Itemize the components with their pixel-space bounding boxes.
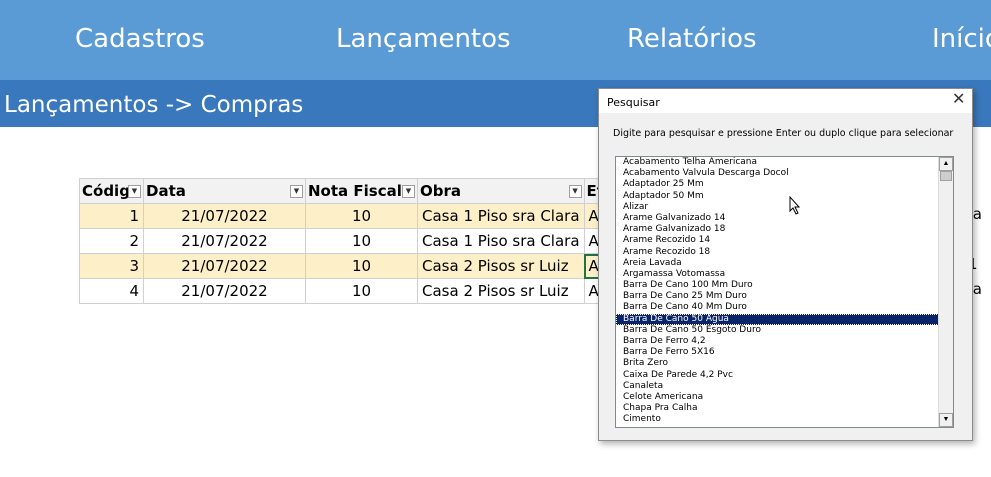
col-header-label: Data (146, 182, 186, 200)
col-header-label: Obra (420, 182, 462, 200)
list-item[interactable]: Argamassa Votomassa (616, 269, 953, 280)
list-item[interactable]: Acabamento Valvula Descarga Docol (616, 168, 953, 179)
page-title: Lançamentos -> Compras (4, 92, 304, 118)
table-row[interactable]: 2 21/07/2022 10 Casa 1 Piso sra Clara Al… (79, 228, 625, 254)
cell-nota-fiscal[interactable]: 10 (305, 203, 418, 229)
list-item[interactable]: Barra De Cano 50 Esgoto Duro (616, 325, 953, 336)
cell-nota-fiscal[interactable]: 10 (305, 278, 418, 304)
menu-relatorios[interactable]: Relatórios (627, 24, 757, 54)
table-header-row: Código▼ Data▼ Nota Fiscal▼ Obra▼ Eta (79, 178, 625, 204)
list-item[interactable]: Chapa Pra Calha (616, 403, 953, 414)
compras-table: Código▼ Data▼ Nota Fiscal▼ Obra▼ Eta 1 2… (79, 178, 625, 304)
list-item[interactable]: Brita Zero (616, 358, 953, 369)
scroll-thumb[interactable] (940, 171, 952, 181)
list-item[interactable]: Cimento (616, 414, 953, 425)
col-header-nota-fiscal[interactable]: Nota Fiscal ▼ (305, 178, 418, 204)
table-row[interactable]: 4 21/07/2022 10 Casa 2 Pisos sr Luiz Alv (79, 278, 625, 304)
list-item[interactable]: Canaleta (616, 381, 953, 392)
list-item[interactable]: Barra De Cano 50 Agua (616, 313, 953, 325)
cell-codigo[interactable]: 3 (79, 253, 144, 279)
cell-obra[interactable]: Casa 1 Piso sra Clara (417, 203, 585, 229)
listbox-scrollbar[interactable]: ▲ ▼ (938, 157, 953, 427)
list-item[interactable]: Arame Recozido 18 (616, 247, 953, 258)
top-menu-bar: Cadastros Lançamentos Relatórios Início (0, 0, 991, 80)
search-results-listbox[interactable]: Acabamento Telha Americana Acabamento Val… (615, 156, 954, 428)
list-item[interactable]: Barra De Cano 40 Mm Duro (616, 302, 953, 313)
list-item[interactable]: Barra De Ferro 5X16 (616, 347, 953, 358)
col-header-label: Nota Fiscal (308, 182, 402, 200)
mouse-cursor-icon (789, 196, 801, 215)
menu-inicio[interactable]: Início (932, 24, 991, 54)
cell-codigo[interactable]: 2 (79, 228, 144, 254)
filter-dropdown-icon[interactable]: ▼ (402, 185, 415, 198)
list-item[interactable]: Areia Lavada (616, 258, 953, 269)
menu-cadastros[interactable]: Cadastros (75, 24, 205, 54)
list-item[interactable]: Arame Recozido 14 (616, 235, 953, 246)
scroll-up-icon[interactable]: ▲ (939, 157, 953, 171)
list-items-container: Acabamento Telha Americana Acabamento Val… (616, 157, 953, 426)
col-header-obra[interactable]: Obra ▼ (417, 178, 585, 204)
list-item[interactable]: Adaptador 50 Mm (616, 191, 953, 202)
dialog-instruction: Digite para pesquisar e pressione Enter … (613, 128, 954, 139)
dialog-title: Pesquisar (607, 96, 660, 109)
cell-data[interactable]: 21/07/2022 (143, 253, 306, 279)
list-item[interactable]: Adaptador 25 Mm (616, 179, 953, 190)
list-item[interactable]: Barra De Cano 25 Mm Duro (616, 291, 953, 302)
list-item[interactable]: Alizar (616, 202, 953, 213)
list-item[interactable]: Barra De Ferro 4,2 (616, 336, 953, 347)
close-icon[interactable]: ✕ (952, 92, 965, 108)
cell-codigo[interactable]: 1 (79, 203, 144, 229)
scroll-down-icon[interactable]: ▼ (939, 413, 953, 427)
list-item[interactable]: Acabamento Telha Americana (616, 157, 953, 168)
table-row[interactable]: 1 21/07/2022 10 Casa 1 Piso sra Clara Al… (79, 203, 625, 229)
list-item[interactable]: Celote Americana (616, 392, 953, 403)
filter-dropdown-icon[interactable]: ▼ (290, 185, 303, 198)
cell-nota-fiscal[interactable]: 10 (305, 228, 418, 254)
menu-lancamentos[interactable]: Lançamentos (336, 24, 511, 54)
table-row[interactable]: 3 21/07/2022 10 Casa 2 Pisos sr Luiz Ali (79, 253, 625, 279)
cell-nota-fiscal[interactable]: 10 (305, 253, 418, 279)
cell-data[interactable]: 21/07/2022 (143, 203, 306, 229)
search-dialog: Pesquisar ✕ Digite para pesquisar e pres… (598, 88, 973, 441)
cell-codigo[interactable]: 4 (79, 278, 144, 304)
filter-dropdown-icon[interactable]: ▼ (128, 185, 141, 198)
list-item[interactable]: Arame Galvanizado 14 (616, 213, 953, 224)
filter-dropdown-icon[interactable]: ▼ (568, 185, 582, 198)
cell-data[interactable]: 21/07/2022 (143, 278, 306, 304)
col-header-data[interactable]: Data ▼ (143, 178, 306, 204)
list-item[interactable]: Arame Galvanizado 18 (616, 224, 953, 235)
cell-obra[interactable]: Casa 1 Piso sra Clara (417, 228, 585, 254)
cell-data[interactable]: 21/07/2022 (143, 228, 306, 254)
list-item[interactable]: Caixa De Parede 4,2 Pvc (616, 370, 953, 381)
cell-obra[interactable]: Casa 2 Pisos sr Luiz (417, 278, 585, 304)
cell-obra[interactable]: Casa 2 Pisos sr Luiz (417, 253, 585, 279)
list-item[interactable]: Barra De Cano 100 Mm Duro (616, 280, 953, 291)
col-header-codigo[interactable]: Código ▼ (79, 178, 144, 204)
